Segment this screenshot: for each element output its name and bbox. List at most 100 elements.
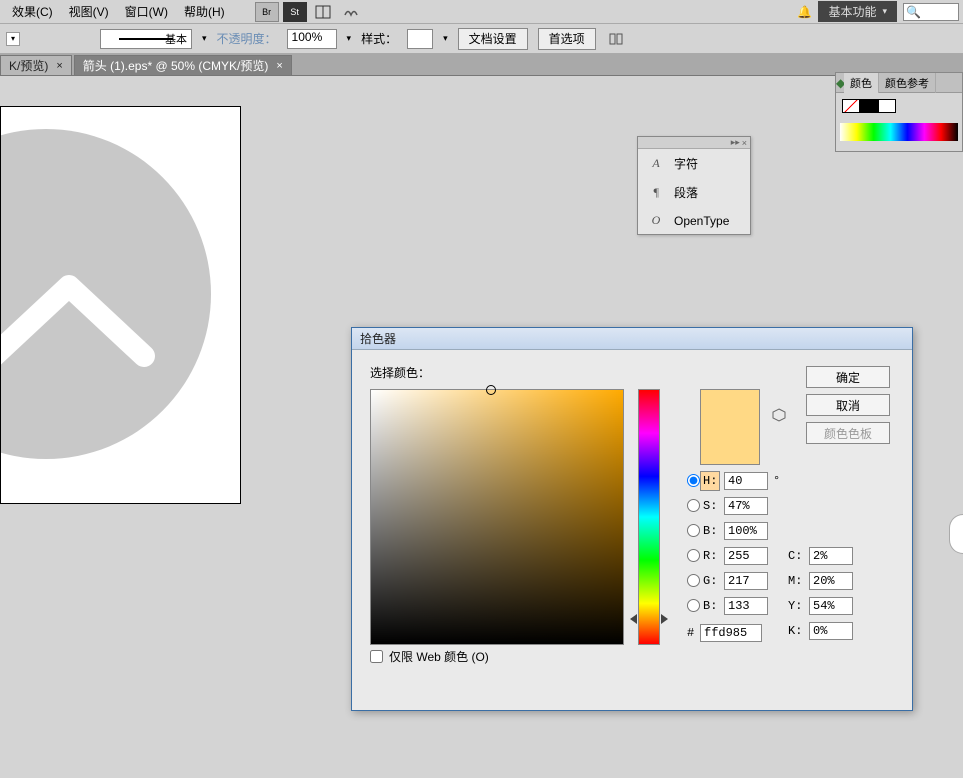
- b-label: B:: [703, 599, 721, 613]
- s-input[interactable]: [724, 497, 768, 515]
- menu-view[interactable]: 视图(V): [61, 1, 117, 22]
- radio-s[interactable]: [687, 499, 700, 512]
- h-label: H:: [703, 474, 721, 488]
- stroke-width-dropdown[interactable]: ▾: [6, 32, 20, 46]
- radio-r[interactable]: [687, 549, 700, 562]
- s-label: S:: [703, 499, 721, 513]
- stroke-style-label: 基本: [165, 31, 187, 47]
- align-icon[interactable]: [606, 29, 626, 49]
- tab-color[interactable]: 颜色: [844, 73, 879, 93]
- cube-icon[interactable]: [772, 408, 786, 425]
- g-label: G:: [703, 574, 721, 588]
- character-label: 字符: [674, 155, 698, 172]
- menu-bar: 效果(C) 视图(V) 窗口(W) 帮助(H) Br St 🔔 基本功能▾ 🔍: [0, 0, 963, 24]
- bridge-icon[interactable]: Br: [255, 2, 279, 22]
- color-picker-dialog: 拾色器 选择颜色：: [351, 327, 913, 711]
- cancel-button[interactable]: 取消: [806, 394, 890, 416]
- close-icon[interactable]: ×: [742, 138, 747, 148]
- r-input[interactable]: [724, 547, 768, 565]
- web-only-label: 仅限 Web 颜色 (O): [389, 648, 489, 665]
- menu-effect[interactable]: 效果(C): [4, 1, 61, 22]
- tab-1-label: K/预览): [9, 57, 48, 74]
- close-icon[interactable]: ×: [56, 60, 62, 72]
- r-label: R:: [703, 549, 721, 563]
- radio-b[interactable]: [687, 524, 700, 537]
- tab-2-label: 箭头 (1).eps* @ 50% (CMYK/预览): [83, 57, 269, 74]
- document-tabs: K/预览) × 箭头 (1).eps* @ 50% (CMYK/预览) ×: [0, 54, 963, 76]
- preferences-button[interactable]: 首选项: [538, 28, 596, 50]
- none-swatch[interactable]: [842, 99, 860, 113]
- hue-slider[interactable]: [638, 389, 660, 645]
- notification-icon[interactable]: 🔔: [792, 2, 816, 22]
- color-panel[interactable]: ◆ 颜色 颜色参考: [835, 72, 963, 152]
- radio-b2[interactable]: [687, 599, 700, 612]
- k-label: K:: [788, 624, 806, 638]
- hue-arrow-left[interactable]: [630, 614, 637, 624]
- hex-prefix: #: [687, 626, 697, 640]
- panel-expand-button[interactable]: [949, 514, 963, 554]
- radio-h[interactable]: [687, 474, 700, 487]
- character-icon: A: [648, 156, 664, 171]
- tab-color-guide[interactable]: 颜色参考: [879, 73, 936, 93]
- paragraph-label: 段落: [674, 184, 698, 201]
- opacity-label: 不透明度：: [217, 30, 277, 47]
- bv-label: B:: [703, 524, 721, 538]
- panel-tab-opentype[interactable]: O OpenType: [638, 207, 750, 234]
- white-swatch[interactable]: [878, 99, 896, 113]
- c-label: C:: [788, 549, 806, 563]
- panel-tab-paragraph[interactable]: ¶ 段落: [638, 178, 750, 207]
- bv-input[interactable]: [724, 522, 768, 540]
- menu-window[interactable]: 窗口(W): [117, 1, 176, 22]
- search-input[interactable]: 🔍: [903, 3, 959, 21]
- search-icon: 🔍: [906, 5, 921, 19]
- h-unit: °: [773, 474, 780, 488]
- close-icon[interactable]: ×: [276, 60, 282, 72]
- dialog-titlebar[interactable]: 拾色器: [352, 328, 912, 350]
- m-input[interactable]: [809, 572, 853, 590]
- stroke-style-dropdown[interactable]: 基本: [100, 29, 192, 49]
- sv-cursor[interactable]: [486, 385, 496, 395]
- spectrum-bar[interactable]: [840, 123, 958, 141]
- k-input[interactable]: [809, 622, 853, 640]
- radio-g[interactable]: [687, 574, 700, 587]
- g-input[interactable]: [724, 572, 768, 590]
- artwork-chevron: [0, 271, 159, 371]
- black-swatch[interactable]: [860, 99, 878, 113]
- y-label: Y:: [788, 599, 806, 613]
- h-input[interactable]: [724, 472, 768, 490]
- gpu-icon[interactable]: [339, 2, 363, 22]
- c-input[interactable]: [809, 547, 853, 565]
- b-input[interactable]: [724, 597, 768, 615]
- panel-tab-character[interactable]: A 字符: [638, 149, 750, 178]
- web-only-checkbox[interactable]: [370, 650, 383, 663]
- document-setup-button[interactable]: 文档设置: [458, 28, 528, 50]
- hex-input[interactable]: [700, 624, 762, 642]
- m-label: M:: [788, 574, 806, 588]
- opentype-label: OpenType: [674, 214, 729, 228]
- saturation-value-field[interactable]: [370, 389, 624, 645]
- color-preview: [700, 389, 760, 465]
- tab-doc-1[interactable]: K/预览) ×: [0, 55, 72, 75]
- new-color: [701, 390, 759, 427]
- ok-button[interactable]: 确定: [806, 366, 890, 388]
- fill-stroke-swatches[interactable]: [836, 93, 962, 119]
- old-color[interactable]: [701, 427, 759, 464]
- color-swatches-button: 颜色色板: [806, 422, 890, 444]
- y-input[interactable]: [809, 597, 853, 615]
- opacity-input[interactable]: 100%: [287, 29, 337, 49]
- style-dropdown[interactable]: [407, 29, 433, 49]
- options-bar: ▾ 基本 ▾ 不透明度： 100% ▾ 样式： ▾ 文档设置 首选项: [0, 24, 963, 54]
- stock-icon[interactable]: St: [283, 2, 307, 22]
- opentype-icon: O: [648, 213, 664, 228]
- character-panel[interactable]: ▸▸× A 字符 ¶ 段落 O OpenType: [637, 136, 751, 235]
- paragraph-icon: ¶: [648, 185, 664, 200]
- hue-arrow-right[interactable]: [661, 614, 668, 624]
- workspace-switcher[interactable]: 基本功能▾: [818, 1, 897, 22]
- workspace-label: 基本功能: [828, 3, 876, 20]
- arrange-icon[interactable]: [311, 2, 335, 22]
- tab-doc-2[interactable]: 箭头 (1).eps* @ 50% (CMYK/预览) ×: [74, 55, 292, 75]
- style-label: 样式：: [361, 30, 397, 47]
- menu-help[interactable]: 帮助(H): [176, 1, 233, 22]
- collapse-icon[interactable]: ▸▸: [731, 137, 740, 148]
- artboard: [0, 106, 241, 504]
